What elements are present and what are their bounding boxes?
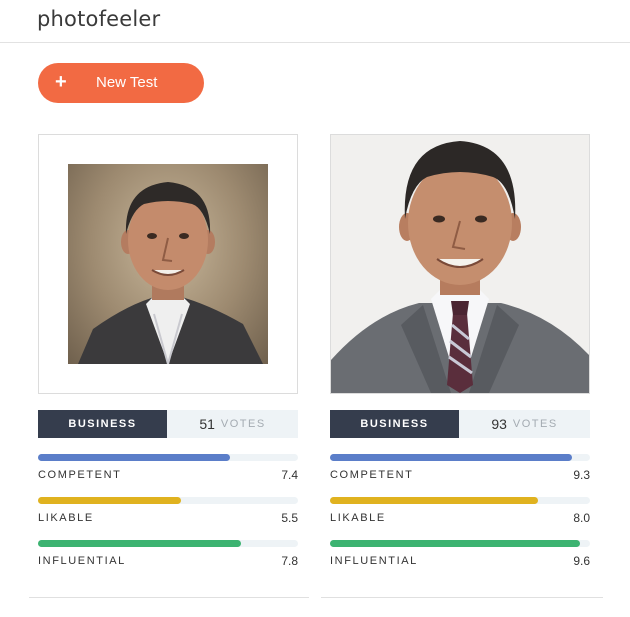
metric-score: 7.4 xyxy=(281,468,298,482)
vote-summary: BUSINESS 51 VOTES xyxy=(38,410,298,438)
vote-count-label: VOTES xyxy=(512,418,558,430)
metric-score: 5.5 xyxy=(281,511,298,525)
metric-name: INFLUENTIAL xyxy=(330,555,418,567)
metric-influential: INFLUENTIAL 9.6 xyxy=(330,540,590,570)
test-photo xyxy=(331,135,589,393)
vote-count: 93 VOTES xyxy=(459,410,590,438)
card-divider xyxy=(29,597,309,598)
test-photo xyxy=(68,164,268,364)
test-card[interactable]: BUSINESS 51 VOTES COMPETENT 7.4 LIKABLE … xyxy=(38,134,298,568)
photo-frame xyxy=(38,134,298,394)
metric-score: 9.3 xyxy=(573,468,590,482)
score-bar xyxy=(330,497,538,504)
metric-name: COMPETENT xyxy=(330,469,414,481)
vote-summary: BUSINESS 93 VOTES xyxy=(330,410,590,438)
metric-score: 9.6 xyxy=(573,554,590,568)
metric-competent: COMPETENT 7.4 xyxy=(38,454,298,484)
vote-count-number: 93 xyxy=(491,416,507,432)
plus-icon: + xyxy=(55,71,67,93)
metric-likable: LIKABLE 5.5 xyxy=(38,497,298,527)
category-badge: BUSINESS xyxy=(38,410,167,438)
metric-competent: COMPETENT 9.3 xyxy=(330,454,590,484)
new-test-button[interactable]: + New Test xyxy=(38,63,204,103)
metric-name: COMPETENT xyxy=(38,469,122,481)
vote-count-number: 51 xyxy=(199,416,215,432)
card-divider xyxy=(321,597,603,598)
vote-count-label: VOTES xyxy=(220,418,266,430)
vote-count: 51 VOTES xyxy=(167,410,298,438)
new-test-label: New Test xyxy=(96,74,158,91)
photo-frame xyxy=(330,134,590,394)
metric-influential: INFLUENTIAL 7.8 xyxy=(38,540,298,570)
metric-name: LIKABLE xyxy=(330,512,386,524)
app-logo[interactable]: photofeeler xyxy=(37,7,160,31)
metric-name: LIKABLE xyxy=(38,512,94,524)
metric-likable: LIKABLE 8.0 xyxy=(330,497,590,527)
score-bar xyxy=(38,454,230,461)
score-bar xyxy=(38,540,241,547)
metric-name: INFLUENTIAL xyxy=(38,555,126,567)
score-bar xyxy=(38,497,181,504)
score-bar xyxy=(330,540,580,547)
metric-score: 7.8 xyxy=(281,554,298,568)
test-card[interactable]: BUSINESS 93 VOTES COMPETENT 9.3 LIKABLE … xyxy=(330,134,590,568)
metric-score: 8.0 xyxy=(573,511,590,525)
category-badge: BUSINESS xyxy=(330,410,459,438)
top-bar: photofeeler xyxy=(0,0,630,43)
score-bar xyxy=(330,454,572,461)
